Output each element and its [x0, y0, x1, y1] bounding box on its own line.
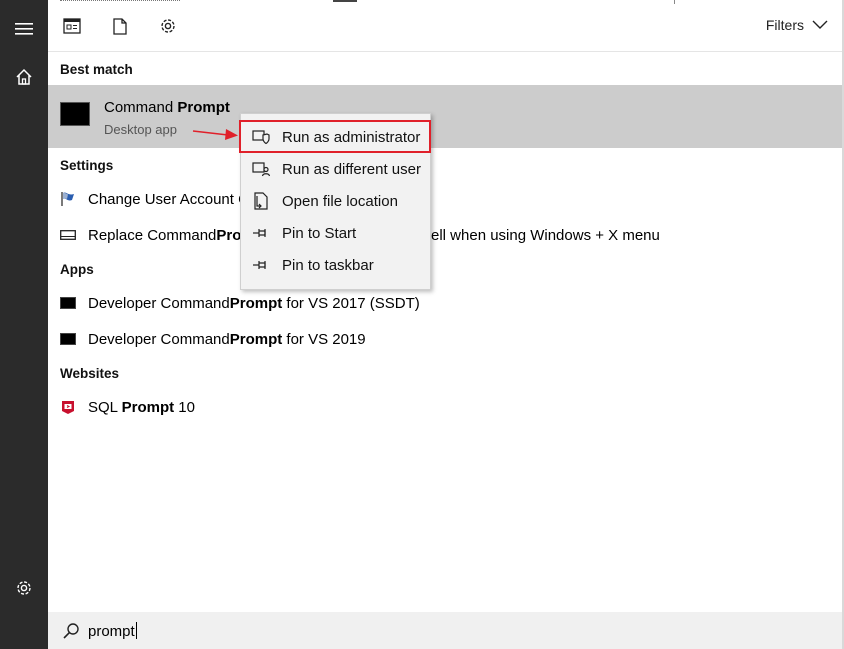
- chevron-down-icon: [812, 20, 828, 29]
- menu-item-run-as-different-user[interactable]: Run as different user: [241, 153, 430, 185]
- list-item-match: Prompt: [121, 398, 175, 416]
- list-item[interactable]: Developer Command Prompt for VS 2019: [60, 324, 366, 354]
- section-best-match: Best match: [60, 62, 133, 77]
- hamburger-menu-icon[interactable]: [0, 5, 48, 53]
- annotation-arrow-icon: [192, 129, 238, 140]
- list-item-label-tail: ell when using Windows + X menu: [431, 226, 660, 244]
- cmd-icon: [60, 102, 90, 126]
- sql-prompt-icon: [60, 399, 76, 415]
- list-item[interactable]: Developer Command Prompt for VS 2017 (SS…: [60, 288, 420, 318]
- best-match-item[interactable]: Command Prompt Desktop app: [48, 85, 842, 148]
- search-icon: [62, 622, 80, 645]
- list-item-label: Change User Account C: [88, 190, 249, 208]
- list-item-label: Developer Command: [88, 294, 230, 312]
- list-item-match: Prompt: [229, 294, 283, 312]
- pin-icon: [252, 256, 270, 274]
- menu-item-label: Pin to taskbar: [282, 256, 374, 274]
- taskbar-icon: [60, 227, 76, 243]
- list-item[interactable]: SQL Prompt 10: [60, 392, 195, 422]
- section-apps: Apps: [60, 262, 94, 277]
- document-icon[interactable]: [108, 14, 132, 38]
- list-item-label: Developer Command: [88, 330, 230, 348]
- highlight-box: [239, 120, 431, 153]
- filters-button[interactable]: Filters: [766, 17, 828, 33]
- list-item-label-rest: 10: [174, 398, 195, 416]
- file-location-icon: [252, 192, 270, 210]
- best-match-title: Command Prompt: [104, 99, 230, 116]
- section-settings: Settings: [60, 158, 114, 173]
- menu-item-label: Run as different user: [282, 160, 421, 178]
- list-item-label: Replace Command: [88, 226, 217, 244]
- menu-item-label: Pin to Start: [282, 224, 357, 242]
- pin-icon: [252, 224, 270, 242]
- list-item-match: Pro: [216, 226, 242, 244]
- list-item-label: SQL: [88, 398, 122, 416]
- top-toolbar: Filters: [48, 0, 842, 52]
- text-caret: [135, 622, 137, 639]
- news-icon[interactable]: [60, 14, 84, 38]
- settings-icon[interactable]: [156, 14, 180, 38]
- menu-item-pin-to-start[interactable]: Pin to Start: [241, 217, 430, 249]
- best-match-subtitle: Desktop app: [104, 122, 177, 137]
- settings-icon[interactable]: [0, 564, 48, 612]
- list-item-label-rest: for VS 2017 (SSDT): [282, 294, 420, 312]
- menu-item-pin-to-taskbar[interactable]: Pin to taskbar: [241, 249, 430, 281]
- user-switch-icon: [252, 160, 270, 178]
- search-bar[interactable]: prompt: [48, 612, 842, 649]
- uac-flag-icon: [60, 191, 76, 207]
- list-item[interactable]: Replace Command Pro: [60, 220, 241, 250]
- search-input[interactable]: prompt: [88, 622, 137, 640]
- left-rail: [0, 0, 48, 649]
- list-item[interactable]: Change User Account C: [60, 184, 249, 214]
- cmd-icon: [60, 295, 76, 311]
- list-item-label-rest: for VS 2019: [282, 330, 366, 348]
- list-item-match: Prompt: [229, 330, 283, 348]
- section-websites: Websites: [60, 366, 120, 381]
- menu-item-open-file-location[interactable]: Open file location: [241, 185, 430, 217]
- home-icon[interactable]: [0, 53, 48, 101]
- cmd-icon: [60, 331, 76, 347]
- menu-item-label: Open file location: [282, 192, 398, 210]
- filters-label: Filters: [765, 17, 804, 33]
